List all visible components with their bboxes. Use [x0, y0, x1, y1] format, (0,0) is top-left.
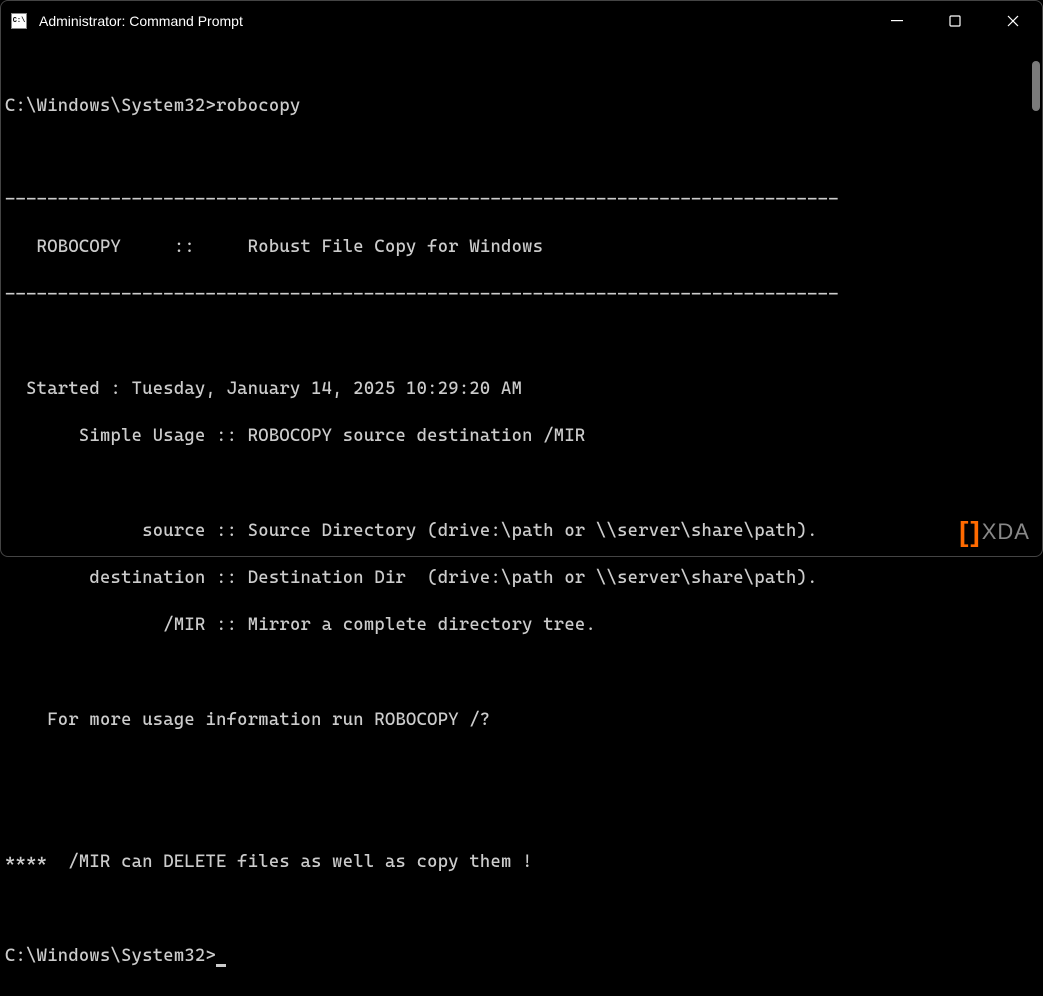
cmd-icon: C:\	[11, 13, 27, 29]
output-line: source :: Source Directory (drive:\path …	[5, 520, 1038, 544]
output-line	[5, 331, 1038, 355]
output-line: ROBOCOPY :: Robust File Copy for Windows	[5, 236, 1038, 260]
output-line: Started : Tuesday, January 14, 2025 10:2…	[5, 378, 1038, 402]
watermark: [ ] XDA	[959, 516, 1030, 548]
minimize-button[interactable]	[868, 1, 926, 41]
output-line: destination :: Destination Dir (drive:\p…	[5, 567, 1038, 591]
output-line	[5, 473, 1038, 497]
output-line	[5, 756, 1038, 780]
prompt-line: C:\Windows\System32>	[5, 945, 1038, 969]
output-line: ----------------------------------------…	[5, 189, 1038, 213]
terminal-output[interactable]: C:\Windows\System32>robocopy -----------…	[1, 41, 1042, 996]
output-line: For more usage information run ROBOCOPY …	[5, 709, 1038, 733]
scrollbar-thumb[interactable]	[1032, 61, 1040, 111]
window-title: Administrator: Command Prompt	[39, 13, 868, 29]
output-line: Simple Usage :: ROBOCOPY source destinat…	[5, 425, 1038, 449]
command-text: robocopy	[216, 96, 300, 116]
prompt-line: C:\Windows\System32>robocopy	[5, 95, 1038, 119]
output-line	[5, 142, 1038, 166]
prompt-text: C:\Windows\System32>	[5, 946, 216, 966]
close-button[interactable]	[984, 1, 1042, 41]
watermark-bracket-icon: ]	[970, 516, 979, 548]
window-controls	[868, 1, 1042, 41]
cursor	[216, 964, 226, 967]
output-line: /MIR :: Mirror a complete directory tree…	[5, 614, 1038, 638]
watermark-text: XDA	[982, 519, 1030, 545]
watermark-bracket-icon: [	[959, 516, 968, 548]
output-line: **** /MIR can DELETE files as well as co…	[5, 851, 1038, 875]
titlebar: C:\ Administrator: Command Prompt	[1, 1, 1042, 41]
maximize-button[interactable]	[926, 1, 984, 41]
prompt-text: C:\Windows\System32>	[5, 96, 216, 116]
output-line: ----------------------------------------…	[5, 284, 1038, 308]
output-line	[5, 662, 1038, 686]
output-line	[5, 803, 1038, 827]
output-line	[5, 898, 1038, 922]
